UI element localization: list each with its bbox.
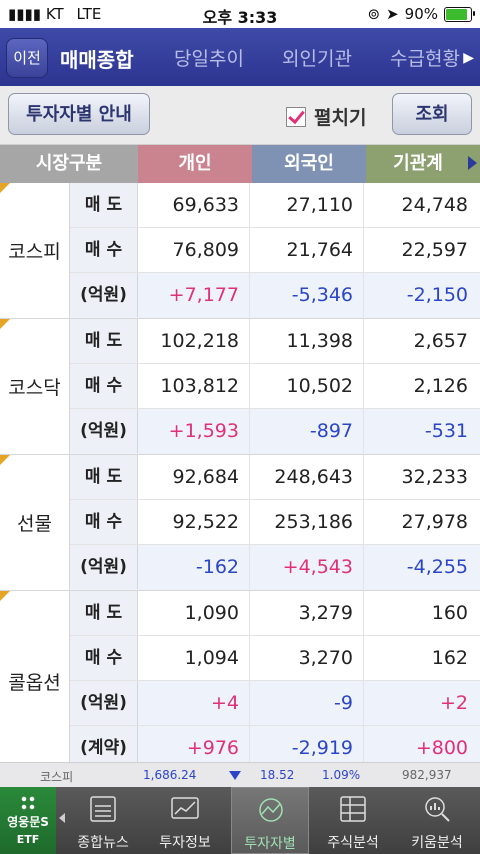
tab-trading-summary[interactable]: 매매종합: [60, 44, 134, 73]
nav-investment-info-label: 투자정보: [159, 835, 211, 851]
corner-marker-icon: [0, 455, 10, 465]
table-row-net: (억원) -162 +4,543 -4,255: [70, 545, 480, 590]
bottom-nav: 영웅문S ETF 종합뉴스 투자정보 투자자별 주식분석 키움분석: [0, 787, 480, 854]
expand-toggle[interactable]: 펼치기: [286, 103, 366, 130]
nav-investor-label: 투자자별: [244, 836, 296, 852]
header-institution-label: 기관계: [393, 153, 443, 174]
table-row-net: (억원) +7,177 -5,346 -2,150: [70, 273, 480, 318]
index-ticker[interactable]: 코스피 1,686.24 18.52 1.09% 982,937: [0, 762, 480, 787]
status-right: ⊚ ➤ 90%: [367, 5, 475, 23]
group-kosdaq: 코스닥 매 도 102,218 11,398 2,657 매 수 103,812…: [0, 319, 480, 455]
expand-checkbox[interactable]: [286, 106, 306, 127]
corner-marker-icon: [0, 183, 10, 193]
magnifier-chart-icon: [425, 797, 450, 822]
table-header: 시장구분 개인 외국인 기관계: [0, 145, 480, 183]
header-institution: 기관계: [366, 145, 480, 183]
tab-daily-trend[interactable]: 당일추이: [174, 44, 244, 71]
location-icon: ➤: [386, 5, 399, 23]
app-logo[interactable]: 영웅문S ETF: [0, 787, 56, 854]
nav-investment-info[interactable]: 투자정보: [146, 787, 224, 854]
status-bar: ▮▮▮▮ KT LTE 오후 3:33 ⊚ ➤ 90%: [0, 0, 480, 28]
corner-marker-icon: [0, 319, 10, 329]
nav-stock-analysis-label: 주식분석: [327, 835, 379, 851]
expand-label: 펼치기: [314, 107, 367, 129]
header-individual: 개인: [138, 145, 252, 183]
market-label: 코스닥: [0, 319, 70, 454]
nav-news-label: 종합뉴스: [77, 835, 129, 851]
table-row-net: (억원) +4 -9 +2: [70, 681, 480, 726]
market-label: 선물: [0, 455, 70, 590]
group-call-options: 콜옵션 매 도 1,090 3,279 160 매 수 1,094 3,270 …: [0, 591, 480, 771]
investor-table: 코스피 매 도 69,633 27,110 24,748 매 수 76,809 …: [0, 183, 480, 771]
investor-guide-button[interactable]: 투자자별 안내: [8, 93, 150, 135]
search-button[interactable]: 조회: [392, 93, 472, 135]
group-futures: 선물 매 도 92,684 248,643 32,233 매 수 92,522 …: [0, 455, 480, 591]
table-icon: [340, 796, 366, 822]
ticker-volume: 982,937: [402, 768, 452, 782]
table-row: 매 수 103,812 10,502 2,126: [70, 364, 480, 409]
news-icon: [90, 796, 116, 822]
menu-grid-icon: [20, 795, 36, 811]
toolbar: 투자자별 안내 펼치기 조회: [0, 86, 480, 145]
table-row: 매 수 76,809 21,764 22,597: [70, 228, 480, 273]
market-label: 코스피: [0, 183, 70, 318]
header-foreign: 외국인: [252, 145, 366, 183]
back-button[interactable]: 이전: [6, 38, 48, 78]
ticker-index: 1,686.24: [143, 768, 197, 782]
ticker-rate: 1.09%: [322, 768, 361, 782]
corner-marker-icon: [0, 591, 10, 601]
table-row: 매 도 1,090 3,279 160: [70, 591, 480, 636]
battery-percent: 90%: [404, 5, 438, 23]
down-arrow-icon: [229, 771, 241, 780]
next-column-icon[interactable]: [468, 156, 477, 170]
nav-stock-analysis[interactable]: 주식분석: [314, 787, 392, 854]
tab-bar: 이전 매매종합 당일추이 외인기관 수급현황 ▶: [0, 28, 480, 86]
ticker-change: 18.52: [260, 768, 295, 782]
table-row: 매 수 1,094 3,270 162: [70, 636, 480, 681]
table-row: 매 도 92,684 248,643 32,233: [70, 455, 480, 500]
tab-scroll-right-icon[interactable]: ▶: [463, 50, 474, 66]
table-row-net: (억원) +1,593 -897 -531: [70, 409, 480, 454]
tab-supply-status[interactable]: 수급현황: [390, 44, 460, 71]
nav-investor[interactable]: 투자자별: [231, 787, 309, 854]
nav-news[interactable]: 종합뉴스: [64, 787, 142, 854]
market-label: 콜옵션: [0, 591, 70, 771]
investor-icon: [259, 798, 283, 822]
table-row: 매 도 102,218 11,398 2,657: [70, 319, 480, 364]
chart-icon: [171, 797, 199, 819]
header-market: 시장구분: [0, 145, 138, 183]
lock-rotation-icon: ⊚: [367, 5, 381, 23]
ticker-name: 코스피: [40, 770, 74, 784]
nav-kiwoom-analysis-label: 키움분석: [411, 835, 463, 851]
logo-name: 영웅문S: [7, 815, 49, 829]
nav-kiwoom-analysis[interactable]: 키움분석: [398, 787, 476, 854]
battery-icon: [444, 6, 475, 22]
tab-foreign-institution[interactable]: 외인기관: [282, 44, 352, 71]
table-row: 매 도 69,633 27,110 24,748: [70, 183, 480, 228]
group-kospi: 코스피 매 도 69,633 27,110 24,748 매 수 76,809 …: [0, 183, 480, 319]
table-row: 매 수 92,522 253,186 27,978: [70, 500, 480, 545]
logo-sub: ETF: [16, 833, 40, 846]
